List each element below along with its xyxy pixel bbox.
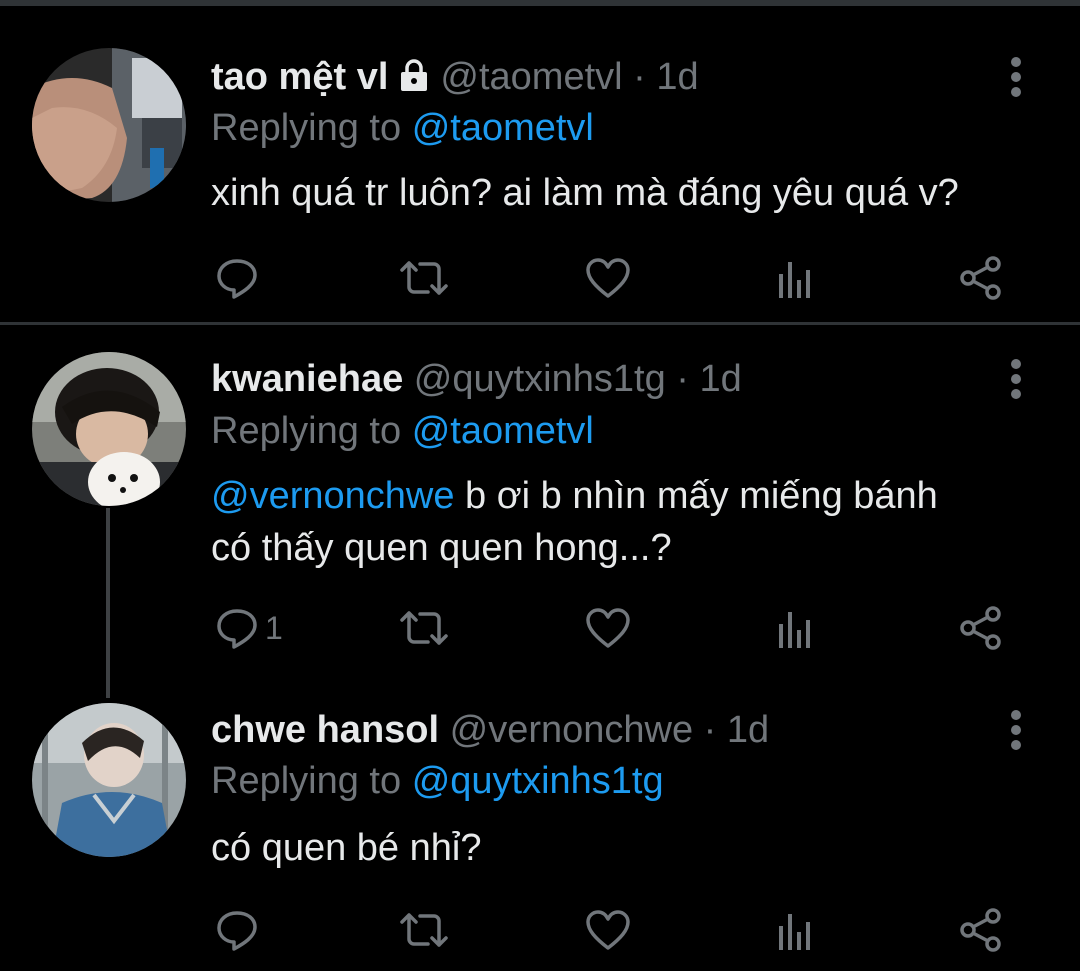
like-button[interactable]: [585, 906, 631, 954]
tweet-text: @vernonchwe b ơi b nhìn mấy miếng bánh c…: [211, 470, 1051, 574]
replying-to: Replying to @taometvl: [211, 407, 594, 455]
more-options-icon[interactable]: [1002, 55, 1030, 99]
like-icon: [586, 910, 630, 950]
retweet-icon: [400, 611, 448, 645]
retweet-icon: [400, 261, 448, 295]
reply-button[interactable]: [215, 906, 259, 954]
body-mention[interactable]: @vernonchwe: [211, 475, 454, 517]
tweet-header: tao mệt vl @taometvl · 1d: [211, 53, 699, 101]
tweet-1[interactable]: tao mệt vl @taometvl · 1d Replying to @ta…: [0, 0, 1080, 322]
display-name[interactable]: kwaniehae: [211, 358, 403, 400]
analytics-button[interactable]: [776, 254, 816, 302]
handle[interactable]: @quytxinhs1tg: [414, 358, 666, 400]
handle[interactable]: @vernonchwe: [450, 709, 693, 751]
like-icon: [586, 258, 630, 298]
tweet-text: có quen bé nhỉ?: [211, 827, 482, 869]
replying-to: Replying to @quytxinhs1tg: [211, 757, 664, 805]
share-icon: [960, 256, 1001, 300]
analytics-button[interactable]: [776, 906, 816, 954]
replying-to-mention[interactable]: @taometvl: [412, 410, 594, 452]
reply-icon: [217, 259, 257, 299]
retweet-button[interactable]: [398, 604, 450, 652]
tweet-header: kwaniehae @quytxinhs1tg · 1d: [211, 355, 742, 403]
replying-to-mention[interactable]: @taometvl: [412, 107, 594, 149]
replying-to: Replying to @taometvl: [211, 104, 594, 152]
separator-dot: ·: [703, 709, 717, 751]
share-button[interactable]: [958, 604, 1004, 652]
tweet-text-line-1: @vernonchwe b ơi b nhìn mấy miếng bánh: [211, 470, 1051, 522]
share-icon: [960, 606, 1001, 650]
thread-connector: [106, 508, 110, 698]
tweet-text: xinh quá tr luôn? ai làm mà đáng yêu quá…: [211, 172, 959, 214]
tweet-2[interactable]: kwaniehae @quytxinhs1tg · 1d Replying to…: [0, 325, 1080, 698]
separator-dot: ·: [633, 56, 646, 98]
avatar[interactable]: [32, 352, 186, 506]
share-button[interactable]: [958, 254, 1004, 302]
reply-button[interactable]: [215, 254, 259, 302]
tweet-text-line-2: có thấy quen quen hong...?: [211, 527, 672, 569]
retweet-button[interactable]: [398, 906, 450, 954]
share-icon: [960, 908, 1001, 952]
tweet-3[interactable]: chwe hansol @vernonchwe · 1d Replying to…: [0, 685, 1080, 971]
more-options-icon[interactable]: [1002, 708, 1030, 752]
like-button[interactable]: [585, 254, 631, 302]
display-name[interactable]: chwe hansol: [211, 709, 439, 751]
analytics-icon: [779, 262, 810, 298]
replying-prefix: Replying to: [211, 410, 402, 452]
reply-icon: [217, 911, 257, 951]
share-button[interactable]: [958, 906, 1004, 954]
body-text-part: b ơi b nhìn mấy miếng bánh: [454, 475, 938, 517]
separator-dot: ·: [676, 358, 689, 400]
display-name[interactable]: tao mệt vl: [211, 56, 388, 98]
reply-button[interactable]: 1: [215, 604, 283, 652]
analytics-icon: [779, 612, 810, 648]
reply-icon: [217, 609, 257, 649]
like-icon: [586, 608, 630, 648]
reply-count: 1: [265, 610, 283, 646]
avatar[interactable]: [32, 48, 186, 202]
retweet-button[interactable]: [398, 254, 450, 302]
timestamp[interactable]: 1d: [700, 358, 742, 400]
replying-prefix: Replying to: [211, 760, 402, 802]
replying-to-mention[interactable]: @quytxinhs1tg: [412, 760, 664, 802]
handle[interactable]: @taometvl: [440, 56, 622, 98]
analytics-button[interactable]: [776, 604, 816, 652]
avatar[interactable]: [32, 703, 186, 857]
timestamp[interactable]: 1d: [727, 709, 769, 751]
like-button[interactable]: [585, 604, 631, 652]
more-options-icon[interactable]: [1002, 357, 1030, 401]
lock-icon: [396, 57, 432, 105]
timestamp[interactable]: 1d: [656, 56, 698, 98]
retweet-icon: [400, 913, 448, 947]
tweet-header: chwe hansol @vernonchwe · 1d: [211, 706, 769, 754]
analytics-icon: [779, 914, 810, 950]
replying-prefix: Replying to: [211, 107, 402, 149]
